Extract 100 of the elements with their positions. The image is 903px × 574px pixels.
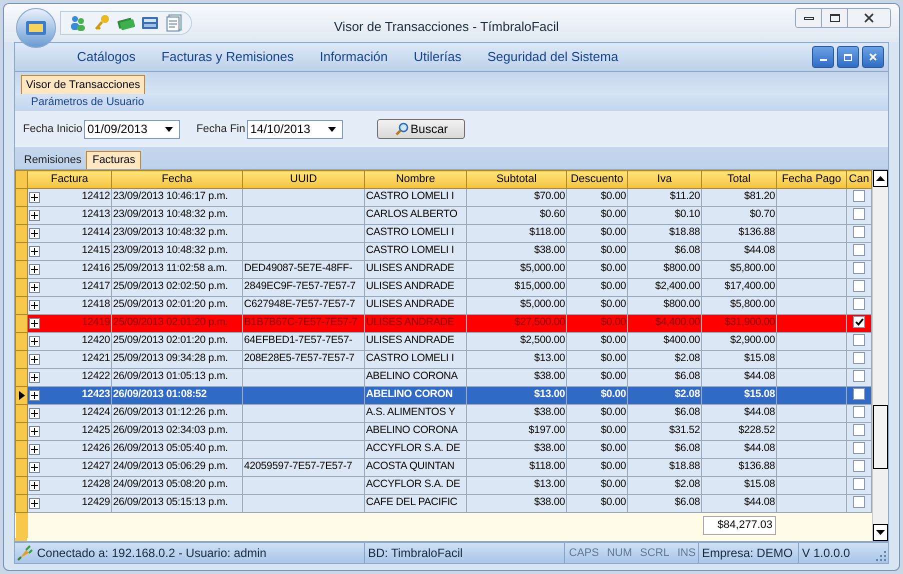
expand-icon[interactable]: [29, 192, 40, 202]
column-header[interactable]: Fecha Pago: [776, 170, 846, 188]
table-cell: $228.52: [738, 424, 775, 436]
table-cell: $15.08: [744, 352, 775, 364]
table-row[interactable]: 12417 25/09/2013 02:02:50 p.m. 2849EC9F-7E57-7E57-7 ULISES ANDRADE $15,000.00 $0.00 $2,400.00 $17,400.00: [16, 278, 872, 296]
table-cell: $2,900.00: [730, 334, 775, 346]
resize-grip-icon[interactable]: [876, 551, 886, 561]
checkbox[interactable]: [853, 478, 865, 490]
expand-icon[interactable]: [29, 210, 40, 220]
column-header[interactable]: Subtotal: [466, 170, 566, 188]
table-row[interactable]: 12418 25/09/2013 02:01:20 p.m. C627948E-7E57-7E57-7 ULISES ANDRADE $5,000.00 $0.00 $800.00 $5,800.00: [16, 296, 872, 314]
table-row[interactable]: 12421 25/09/2013 09:34:28 p.m. 208E28E5-7E57-7E57-7 CASTRO LOMELI I $13.00 $0.00 $2.08 $15.08: [16, 350, 872, 368]
date-field[interactable]: 14/10/2013: [247, 120, 344, 138]
minimize-button[interactable]: [796, 9, 822, 27]
date-field[interactable]: 01/09/2013: [84, 120, 180, 138]
expand-icon[interactable]: [29, 246, 40, 256]
table-row[interactable]: 12427 24/09/2013 05:06:29 p.m. 42059597-7E57-7E57-7 ACOSTA QUINTAN $118.00 $0.00 $18.88 $136.88: [16, 458, 872, 476]
expand-icon[interactable]: [29, 354, 40, 364]
mdi-close-button[interactable]: [862, 46, 884, 68]
checkbox[interactable]: [853, 442, 865, 454]
checkbox[interactable]: [853, 424, 865, 436]
column-header[interactable]: Nombre: [364, 170, 466, 188]
checkbox[interactable]: [853, 460, 865, 472]
checkbox[interactable]: [853, 316, 865, 328]
mdi-restore-button[interactable]: [837, 46, 859, 68]
table-row[interactable]: 12416 25/09/2013 11:02:58 a.m. DED49087-5E7E-48FF- ULISES ANDRADE $5,000.00 $0.00 $800.00 $5,800.00: [16, 260, 872, 278]
table-row[interactable]: 12420 25/09/2013 02:01:20 p.m. 64EFBED1-7E57-7E57- ULISES ANDRADE $2,500.00 $0.00 $400.00 $2,900.00: [16, 332, 872, 350]
checkbox[interactable]: [853, 496, 865, 508]
checkbox[interactable]: [853, 208, 865, 220]
vertical-scrollbar[interactable]: [872, 170, 888, 541]
users-icon[interactable]: [69, 14, 87, 32]
expand-icon[interactable]: [29, 444, 40, 454]
checkbox[interactable]: [853, 244, 865, 256]
column-header[interactable]: Total: [702, 170, 776, 188]
checkbox[interactable]: [853, 226, 865, 238]
checkbox[interactable]: [853, 406, 865, 418]
expand-icon[interactable]: [29, 372, 40, 382]
column-header[interactable]: Iva: [628, 170, 702, 188]
table-cell: $6.08: [674, 370, 700, 382]
scroll-down-button[interactable]: [873, 524, 888, 541]
table-cell: $0.00: [600, 244, 626, 256]
tab[interactable]: Remisiones: [19, 151, 86, 169]
expand-icon[interactable]: [29, 264, 40, 274]
expand-icon[interactable]: [29, 300, 40, 310]
document-tab[interactable]: Visor de Transacciones: [21, 75, 146, 94]
menu-item[interactable]: Utilerías: [414, 47, 462, 67]
table-cell: $0.00: [600, 226, 626, 238]
expand-icon[interactable]: [29, 390, 40, 400]
expand-icon[interactable]: [29, 426, 40, 436]
table-row[interactable]: 12412 23/09/2013 10:46:17 p.m. CASTRO LOMELI I $70.00 $0.00 $11.20 $81.20: [16, 188, 872, 206]
table-row[interactable]: 12424 26/09/2013 01:12:26 p.m. A.S. ALIMENTOS Y $38.00 $0.00 $6.08 $44.08: [16, 404, 872, 422]
menu-item[interactable]: Catálogos: [77, 47, 136, 67]
column-header[interactable]: Fecha: [112, 170, 242, 188]
table-row[interactable]: 12414 23/09/2013 10:48:32 p.m. CASTRO LOMELI I $118.00 $0.00 $18.88 $136.88: [16, 224, 872, 242]
expand-icon[interactable]: [29, 336, 40, 346]
checkbox[interactable]: [853, 190, 865, 202]
maximize-button[interactable]: [822, 9, 848, 27]
checkbox[interactable]: [853, 262, 865, 274]
menu-item[interactable]: Información: [320, 47, 388, 67]
table-row[interactable]: 12413 23/09/2013 10:48:32 p.m. CARLOS ALBERTO $0.60 $0.00 $0.10 $0.70: [16, 206, 872, 224]
table-row[interactable]: 12425 26/09/2013 02:34:03 p.m. ABELINO CORONA $197.00 $0.00 $31.52 $228.52: [16, 422, 872, 440]
menu-item[interactable]: Seguridad del Sistema: [487, 47, 618, 67]
column-header[interactable]: UUID: [242, 170, 364, 188]
table-row[interactable]: 12428 24/09/2013 05:08:20 p.m. ACCYFLOR S.A. DE $13.00 $0.00 $2.08 $15.08: [16, 476, 872, 494]
tab[interactable]: Facturas: [86, 151, 142, 169]
expand-icon[interactable]: [29, 480, 40, 490]
close-icon: [869, 53, 877, 61]
column-header[interactable]: Factura: [28, 170, 112, 188]
expand-icon[interactable]: [29, 462, 40, 472]
table-row[interactable]: 12415 23/09/2013 10:48:32 p.m. CASTRO LOMELI I $38.00 $0.00 $6.08 $44.08: [16, 242, 872, 260]
app-menu-button[interactable]: [16, 8, 56, 48]
menu-item[interactable]: Facturas y Remisiones: [162, 47, 294, 67]
checkbox[interactable]: [853, 334, 865, 346]
column-header[interactable]: Descuento: [566, 170, 628, 188]
expand-icon[interactable]: [29, 498, 40, 508]
scroll-up-button[interactable]: [873, 170, 888, 187]
table-row[interactable]: 12426 26/09/2013 05:05:40 p.m. ACCYFLOR S.A. DE $38.00 $0.00 $6.08 $44.08: [16, 440, 872, 458]
search-button[interactable]: Buscar: [377, 119, 466, 139]
table-cell: 25/09/2013 09:34:28 p.m.: [113, 352, 228, 364]
checkbox[interactable]: [853, 388, 865, 400]
expand-icon[interactable]: [29, 318, 40, 328]
table-cell: $400.00: [663, 334, 700, 346]
table-row[interactable]: 12423 26/09/2013 01:08:52 ABELINO CORON $13.00 $0.00 $2.08 $15.08: [16, 386, 872, 404]
scroll-thumb[interactable]: [873, 405, 888, 469]
expand-icon[interactable]: [29, 282, 40, 292]
expand-icon[interactable]: [29, 408, 40, 418]
expand-icon[interactable]: [29, 228, 40, 238]
mdi-minimize-button[interactable]: [812, 46, 834, 68]
checkbox[interactable]: [853, 280, 865, 292]
checkbox[interactable]: [853, 298, 865, 310]
checkbox[interactable]: [853, 370, 865, 382]
close-button[interactable]: [848, 9, 890, 27]
table-cell: $6.08: [674, 496, 700, 508]
table-cell: $5,000.00: [520, 262, 565, 274]
table-row[interactable]: 12429 26/09/2013 05:15:13 p.m. CAFE DEL PACIFIC $38.00 $0.00 $6.08 $44.08: [16, 494, 872, 512]
checkbox[interactable]: [853, 352, 865, 364]
table-cell: 25/09/2013 02:01:20 p.m.: [113, 334, 228, 346]
table-row[interactable]: 12422 26/09/2013 01:05:13 p.m. ABELINO CORONA $38.00 $0.00 $6.08 $44.08: [16, 368, 872, 386]
document-icon[interactable]: [165, 14, 183, 32]
column-header[interactable]: Can: [846, 170, 872, 188]
